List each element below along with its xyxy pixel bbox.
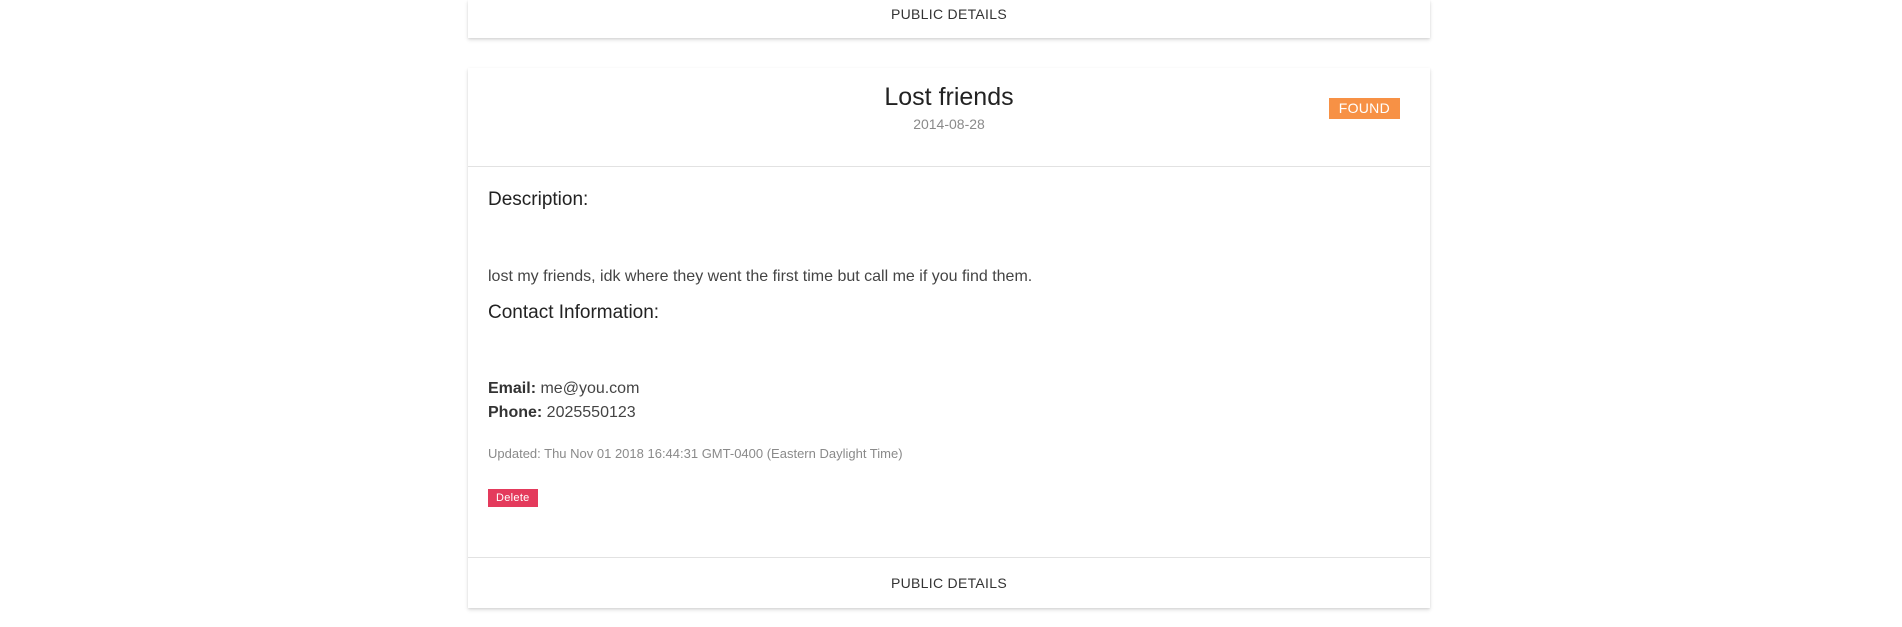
contact-email: Email: me@you.com	[488, 379, 639, 399]
contact-phone: Phone: 2025550123	[488, 403, 636, 423]
description-heading: Description:	[488, 189, 589, 210]
description-text: lost my friends, idk where they went the…	[488, 268, 1033, 285]
public-details-link[interactable]: PUBLIC DETAILS	[468, 6, 1430, 22]
item-card-footer: PUBLIC DETAILS	[468, 557, 1430, 608]
phone-value: 2025550123	[546, 404, 636, 421]
previous-item-card: PUBLIC DETAILS	[468, 0, 1430, 38]
email-label: Email:	[488, 380, 537, 397]
status-badge: FOUND	[1328, 98, 1400, 119]
contact-heading: Contact Information:	[488, 302, 660, 323]
delete-button[interactable]: Delete	[488, 489, 538, 507]
item-title: Lost friends	[884, 83, 1014, 111]
email-value: me@you.com	[540, 380, 640, 397]
item-date: 2014-08-28	[913, 116, 985, 132]
updated-timestamp: Updated: Thu Nov 01 2018 16:44:31 GMT-04…	[488, 446, 903, 461]
phone-label: Phone:	[488, 404, 543, 421]
item-card: Lost friends 2014-08-28 FOUND Descriptio…	[468, 68, 1430, 608]
item-card-header: Lost friends 2014-08-28 FOUND	[468, 68, 1430, 167]
public-details-link[interactable]: PUBLIC DETAILS	[468, 574, 1430, 592]
